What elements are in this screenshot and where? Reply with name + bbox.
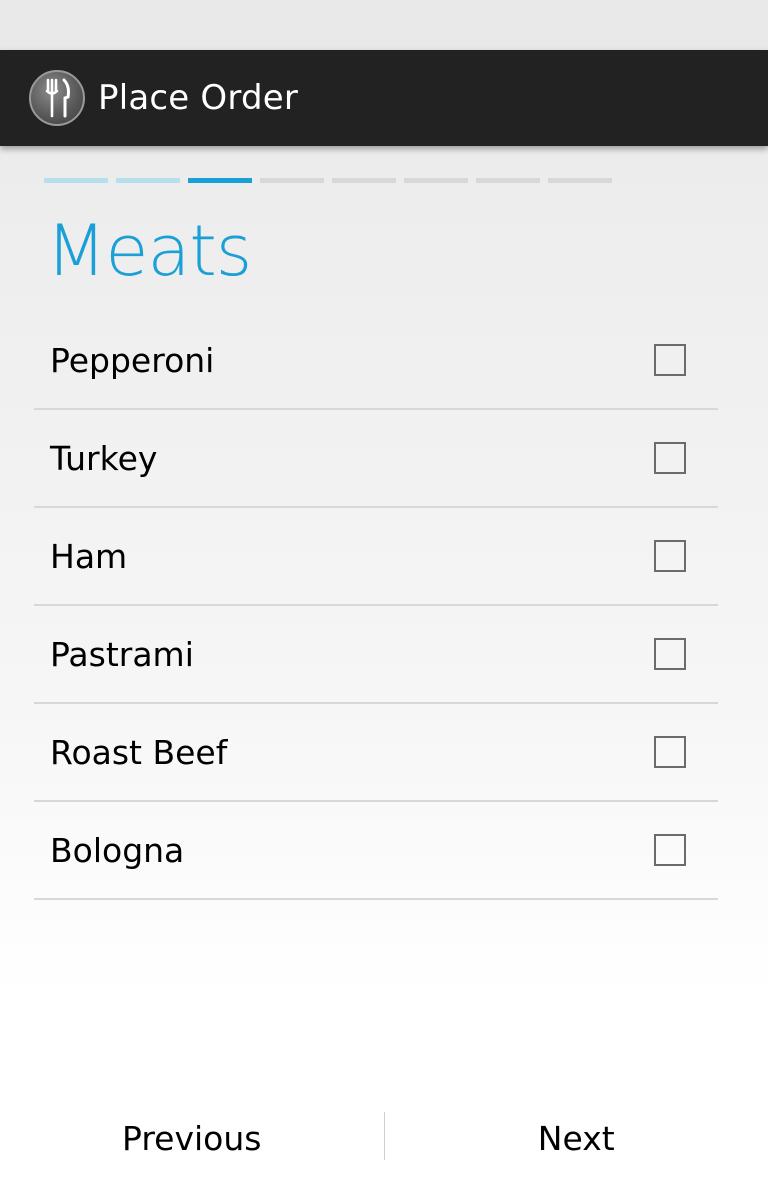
list-item-turkey[interactable]: Turkey bbox=[34, 410, 718, 508]
previous-button[interactable]: Previous bbox=[0, 1092, 384, 1184]
list-item-bologna[interactable]: Bologna bbox=[34, 802, 718, 900]
list-item-label: Turkey bbox=[50, 438, 158, 478]
list-item-label: Roast Beef bbox=[50, 732, 228, 772]
page-title: Meats bbox=[46, 210, 252, 292]
options-list: Pepperoni Turkey Ham Pastrami Roast Beef… bbox=[34, 312, 718, 900]
list-item-pepperoni[interactable]: Pepperoni bbox=[34, 312, 718, 410]
step-6 bbox=[404, 178, 468, 183]
checkbox[interactable] bbox=[654, 638, 686, 670]
list-item-label: Bologna bbox=[50, 830, 185, 870]
step-7 bbox=[476, 178, 540, 183]
checkbox[interactable] bbox=[654, 834, 686, 866]
checkbox[interactable] bbox=[654, 736, 686, 768]
checkbox[interactable] bbox=[654, 540, 686, 572]
checkbox[interactable] bbox=[654, 344, 686, 376]
list-item-label: Pastrami bbox=[50, 634, 194, 674]
list-item-pastrami[interactable]: Pastrami bbox=[34, 606, 718, 704]
list-item-ham[interactable]: Ham bbox=[34, 508, 718, 606]
step-3 bbox=[188, 178, 252, 183]
step-2 bbox=[116, 178, 180, 183]
list-item-label: Pepperoni bbox=[50, 340, 215, 380]
list-item-roast-beef[interactable]: Roast Beef bbox=[34, 704, 718, 802]
step-4 bbox=[260, 178, 324, 183]
bottom-button-bar: Previous Next bbox=[0, 1092, 768, 1184]
action-bar: Place Order bbox=[0, 50, 768, 146]
next-button[interactable]: Next bbox=[385, 1092, 768, 1184]
app-title: Place Order bbox=[98, 78, 299, 118]
list-item-label: Ham bbox=[50, 536, 128, 576]
fork-knife-icon[interactable] bbox=[29, 70, 85, 126]
step-8 bbox=[548, 178, 612, 183]
status-bar bbox=[0, 0, 768, 50]
step-indicator bbox=[44, 178, 612, 183]
step-1 bbox=[44, 178, 108, 183]
checkbox[interactable] bbox=[654, 442, 686, 474]
step-5 bbox=[332, 178, 396, 183]
